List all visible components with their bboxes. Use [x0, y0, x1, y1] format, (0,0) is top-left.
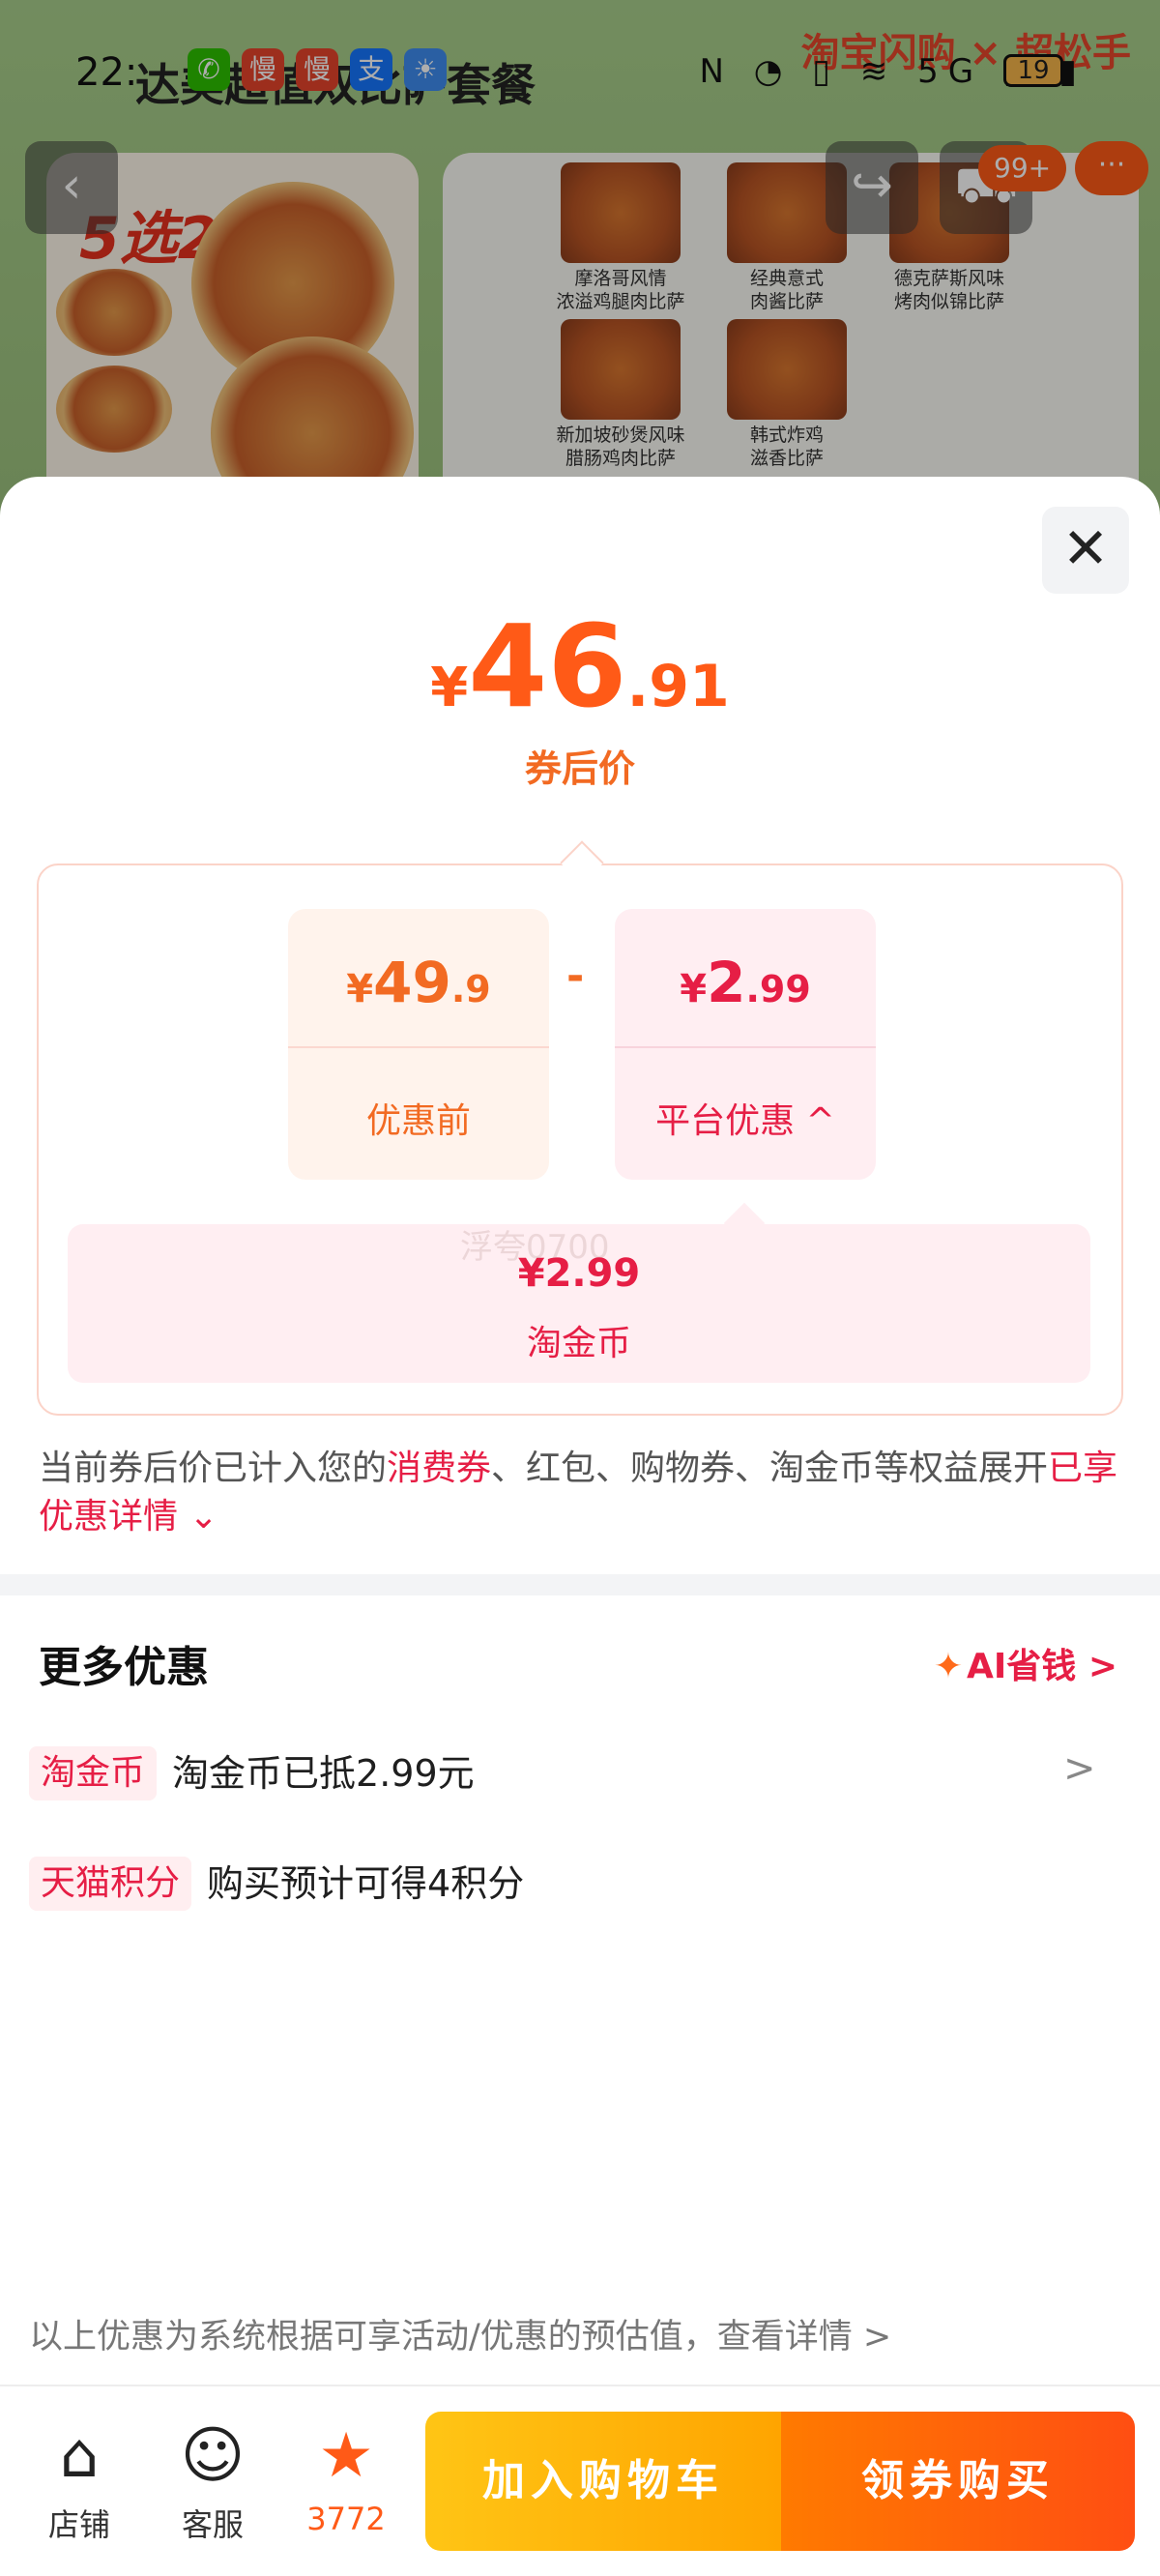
claim-coupon-buy-button[interactable]: 领券购买 — [781, 2412, 1135, 2551]
price-integer: 49 — [373, 950, 451, 1015]
discount-text: 购买预计可得4积分 — [207, 1862, 525, 1905]
taojinbi-amount: ¥2.99 — [517, 1251, 641, 1296]
note-text: 、红包、购物券、淘金币等权益展开 — [491, 1449, 1049, 1488]
modal-overlay[interactable] — [0, 0, 1160, 542]
more-discounts-title: 更多优惠 — [39, 1643, 209, 1692]
service-label: 客服 — [181, 2506, 244, 2543]
add-to-cart-button[interactable]: 加入购物车 — [425, 2412, 781, 2551]
original-price-cell: ¥49.9 优惠前 — [288, 909, 549, 1180]
store-label: 店铺 — [47, 2506, 110, 2543]
discount-text: 淘金币已抵2.99元 — [172, 1752, 475, 1795]
currency-symbol: ¥ — [346, 967, 374, 1011]
price-decimal: .9 — [450, 968, 491, 1010]
currency-symbol: ¥ — [430, 657, 469, 719]
chevron-down-icon: ⌄ — [188, 1497, 218, 1537]
chevron-right-icon: > — [1088, 1647, 1117, 1686]
favorite-count: 3772 — [306, 2501, 386, 2537]
star-icon: ★ — [318, 2420, 374, 2492]
close-button[interactable]: ✕ — [1042, 507, 1129, 594]
disclaimer-link[interactable]: 以上优惠为系统根据可享活动/优惠的预估值，查看详情 > — [29, 2309, 891, 2358]
store-icon: ⌂ — [59, 2420, 100, 2492]
ai-sparkle-icon: ✦ — [933, 1647, 964, 1686]
divider — [288, 1046, 549, 1048]
price-note: 当前券后价已计入您的消费券、红包、购物券、淘金币等权益展开已享优惠详情 ⌄ — [39, 1445, 1121, 1541]
chevron-up-icon: ^ — [805, 1101, 835, 1141]
price-decimal: .91 — [626, 653, 730, 720]
discount-amount: ¥2.99 — [615, 950, 876, 1015]
footer-divider — [0, 2385, 1160, 2386]
discount-row-tmall-points: 天猫积分 购买预计可得4积分 — [29, 1857, 524, 1911]
store-button[interactable]: ⌂ 店铺 — [21, 2417, 137, 2545]
section-divider — [0, 1574, 1160, 1595]
customer-service-button[interactable]: ☺ 客服 — [155, 2417, 271, 2545]
ai-save-money-link[interactable]: ✦ AI省钱 > — [934, 1638, 1117, 1688]
final-price-label: 券后价 — [524, 747, 635, 790]
discount-tag: 淘金币 — [29, 1746, 158, 1800]
close-icon: ✕ — [1061, 515, 1110, 581]
chevron-right-icon[interactable]: > — [1063, 1746, 1096, 1791]
discount-tag: 天猫积分 — [29, 1857, 192, 1911]
price-integer: 46 — [468, 600, 627, 733]
consumer-voucher-link[interactable]: 消费券 — [387, 1449, 491, 1488]
platform-discount-label: 平台优惠 ^ — [615, 1093, 876, 1143]
note-text: 当前券后价已计入您的 — [39, 1449, 388, 1488]
chat-face-icon: ☺ — [180, 2420, 246, 2492]
ai-label: AI省钱 — [967, 1647, 1077, 1686]
final-price: ¥46.91 — [0, 600, 1160, 733]
price-integer: 2 — [707, 950, 746, 1015]
original-price: ¥49.9 — [288, 950, 549, 1015]
price-decimal: .99 — [745, 968, 811, 1010]
product-page-background: 5选2 摩洛哥风情 浓溢鸡腿肉比萨 经典意式 肉酱比萨 德克萨斯风味 烤肉似锦比萨 新… — [0, 0, 1160, 542]
minus-operator: - — [566, 951, 585, 1001]
original-price-label: 优惠前 — [365, 1101, 471, 1141]
platform-discount-cell[interactable]: ¥2.99 平台优惠 ^ — [615, 909, 876, 1180]
discount-row-taojinbi[interactable]: 淘金币 淘金币已抵2.99元 — [29, 1746, 475, 1800]
discount-label-text: 平台优惠 — [655, 1101, 796, 1141]
favorite-button[interactable]: ★ 3772 — [288, 2417, 404, 2537]
taojinbi-label: 淘金币 — [526, 1324, 631, 1363]
divider — [615, 1046, 876, 1048]
currency-symbol: ¥ — [680, 967, 708, 1011]
